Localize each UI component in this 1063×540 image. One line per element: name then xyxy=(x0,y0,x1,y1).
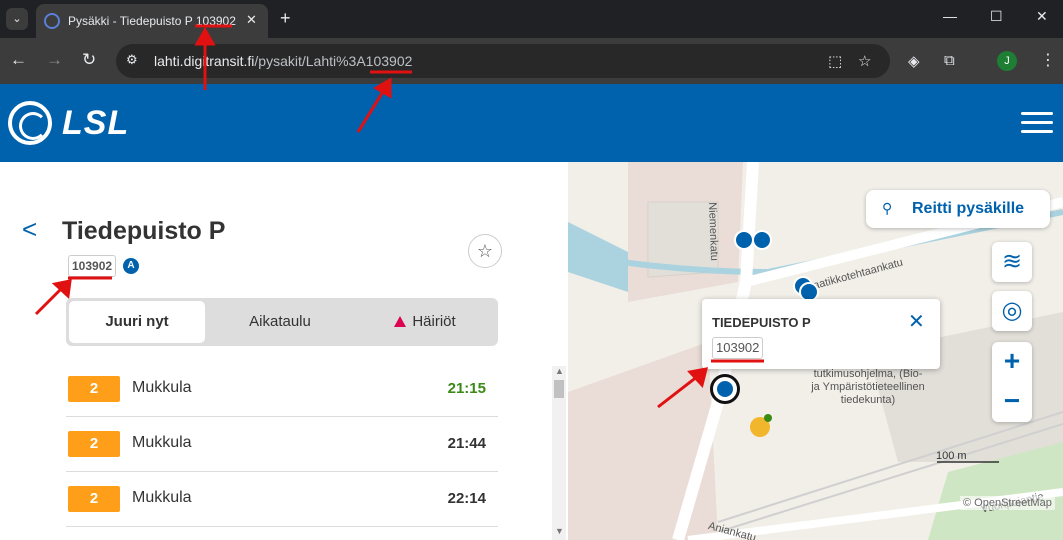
stop-popup: TIEDEPUISTO P ✕ 103902 xyxy=(702,299,940,369)
browser-tab[interactable]: Pysäkki - Tiedepuisto P 103902 ✕ xyxy=(36,4,268,38)
install-app-icon[interactable]: ⬚ xyxy=(828,52,842,70)
stop-code-badge: 103902 xyxy=(68,255,117,277)
headsign: Mukkula xyxy=(132,379,192,396)
route-to-stop-button[interactable]: ⚲ Reitti pysäkille xyxy=(866,190,1050,228)
tab-close-icon[interactable]: ✕ xyxy=(246,12,257,28)
browser-tabbar: ⌄ Pysäkki - Tiedepuisto P 103902 ✕ + — ☐… xyxy=(0,0,1063,38)
zone-badge: A xyxy=(123,258,139,274)
departure-time: 21:44 xyxy=(447,435,486,452)
window-close-icon[interactable]: ✕ xyxy=(1036,8,1048,25)
zoom-controls: + − xyxy=(992,342,1032,422)
tab-search-icon[interactable]: ⌄ xyxy=(6,8,28,30)
route-badge: 2 xyxy=(68,486,120,512)
logo-text[interactable]: LSL xyxy=(62,104,129,143)
stop-tabs: Juuri nyt Aikataulu Häiriöt xyxy=(66,298,498,346)
tab-title: Pysäkki - Tiedepuisto P 103902 xyxy=(68,14,236,28)
departure-row[interactable]: 2 Mukkula 21:44 xyxy=(66,417,498,472)
bus-stop-icon[interactable] xyxy=(752,230,772,250)
route-badge: 2 xyxy=(68,431,120,457)
url-text: lahti.digitransit.fi/pysakit/Lahti%3A103… xyxy=(154,53,413,69)
scroll-down-icon[interactable]: ▼ xyxy=(555,526,564,536)
headsign: Mukkula xyxy=(132,434,192,451)
back-nav-icon[interactable]: ← xyxy=(10,50,27,70)
route-badge: 2 xyxy=(68,376,120,402)
departure-row[interactable]: 2 Mukkula 22:14 xyxy=(66,472,498,527)
bookmark-star-icon[interactable]: ☆ xyxy=(858,52,871,70)
bike-availability-icon xyxy=(764,414,772,422)
street-label: Niemenkatu xyxy=(706,202,721,262)
poi-label: tutkimusohjelma, (Bio- ja Ympäristötiete… xyxy=(811,368,925,406)
popup-title: TIEDEPUISTO P xyxy=(712,315,811,330)
profile-avatar[interactable]: J xyxy=(997,51,1017,71)
reload-icon[interactable]: ↻ xyxy=(82,50,96,70)
scale-label: 100 m xyxy=(936,450,967,462)
tab-juuri-nyt[interactable]: Juuri nyt xyxy=(69,301,205,343)
locate-icon[interactable]: ◎ xyxy=(992,291,1032,331)
selected-stop-icon[interactable] xyxy=(710,374,740,404)
tab-hairiot-label: Häiriöt xyxy=(412,313,456,330)
address-bar[interactable]: ⚙ lahti.digitransit.fi/pysakit/Lahti%3A1… xyxy=(116,44,890,78)
lsl-logo-icon[interactable] xyxy=(8,101,52,145)
tab-aikataulu[interactable]: Aikataulu xyxy=(211,301,349,343)
stop-title: Tiedepuisto P xyxy=(62,217,226,245)
browser-menu-icon[interactable]: ⋮ xyxy=(1040,50,1056,70)
alert-triangle-icon xyxy=(394,316,407,327)
hamburger-menu-icon[interactable] xyxy=(1021,112,1053,134)
favourite-star-icon[interactable]: ☆ xyxy=(468,234,502,268)
site-info-icon[interactable]: ⚙ xyxy=(126,52,138,68)
departure-time: 21:15 xyxy=(447,380,486,397)
zoom-out-icon[interactable]: − xyxy=(992,382,1032,422)
route-to-stop-label: Reitti pysäkille xyxy=(912,200,1025,217)
scrollbar[interactable]: ▲ ▼ xyxy=(552,366,566,540)
extension-icon[interactable]: ◈ xyxy=(908,52,920,70)
scroll-thumb[interactable] xyxy=(554,380,564,398)
new-tab-icon[interactable]: + xyxy=(280,8,291,29)
popup-stop-code: 103902 xyxy=(712,337,764,359)
map[interactable]: Niemenkatu Laatikkotehtaankatu Vuoripoja… xyxy=(568,162,1063,540)
back-chevron-icon[interactable]: < xyxy=(22,214,37,245)
minimize-icon[interactable]: — xyxy=(943,8,957,24)
stop-panel: < Tiedepuisto P ☆ 103902 A Juuri nyt Aik… xyxy=(0,162,568,540)
departure-time: 22:14 xyxy=(447,490,486,507)
zoom-in-icon[interactable]: + xyxy=(992,342,1032,382)
popup-close-icon[interactable]: ✕ xyxy=(908,309,925,334)
extensions-puzzle-icon[interactable]: ⧉ xyxy=(944,52,955,69)
layers-icon[interactable]: ≋ xyxy=(992,242,1032,282)
app-header: LSL xyxy=(0,84,1063,162)
map-attribution[interactable]: © OpenStreetMap xyxy=(960,496,1055,510)
browser-toolbar: ← → ↻ ⚙ lahti.digitransit.fi/pysakit/Lah… xyxy=(0,38,1063,84)
maximize-icon[interactable]: ☐ xyxy=(990,8,1003,25)
forward-nav-icon[interactable]: → xyxy=(46,50,63,70)
favicon-icon xyxy=(44,13,60,29)
tab-hairiot[interactable]: Häiriöt xyxy=(356,301,494,343)
route-pin-icon: ⚲ xyxy=(882,200,893,216)
bus-stop-icon[interactable] xyxy=(734,230,754,250)
headsign: Mukkula xyxy=(132,489,192,506)
scroll-up-icon[interactable]: ▲ xyxy=(555,366,564,376)
departure-row[interactable]: 2 Mukkula 21:15 xyxy=(66,362,498,417)
